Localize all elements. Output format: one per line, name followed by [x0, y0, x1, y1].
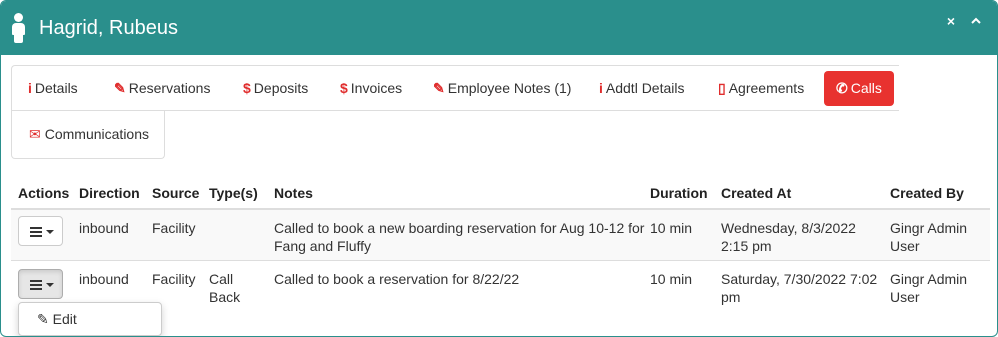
tab-label: Reservations — [128, 80, 211, 96]
tab-calls[interactable]: ✆ Calls — [824, 71, 894, 106]
menu-item-edit[interactable]: ✎ Edit — [37, 311, 77, 328]
tab-deposits[interactable]: $ Deposits — [243, 71, 308, 106]
caret-down-icon — [46, 230, 54, 234]
window-header: Hagrid, Rubeus × — [1, 1, 997, 55]
pencil-icon: ✎ — [37, 311, 49, 327]
tab-bar: i Details ✎ Reservations $ Deposits $ Invoic… — [11, 65, 899, 111]
cell-created-at: Saturday, 7/30/2022 7:02 pm — [721, 270, 877, 306]
created-at-line: Wednesday, 8/3/2022 — [721, 220, 856, 236]
created-at-line: Saturday, 7/30/2022 7:02 — [721, 271, 878, 287]
row-actions-button[interactable] — [18, 216, 63, 246]
tab-label: Calls — [850, 80, 882, 96]
edit-icon: ✎ — [114, 80, 126, 96]
collapse-icon[interactable] — [968, 13, 984, 29]
info-icon: i — [28, 80, 32, 96]
tab-label: Details — [34, 80, 78, 96]
cell-source: Facility — [152, 271, 196, 287]
dollar-icon: $ — [243, 80, 251, 96]
row-actions-button[interactable] — [18, 269, 63, 299]
created-at-line: pm — [721, 289, 741, 305]
created-by-line: Gingr Admin — [890, 271, 968, 287]
header-notes: Notes — [274, 185, 313, 201]
close-icon[interactable]: × — [943, 13, 959, 29]
tab-invoices[interactable]: $ Invoices — [340, 71, 402, 106]
tab-reservations[interactable]: ✎ Reservations — [114, 71, 210, 106]
tab-details[interactable]: i Details — [28, 71, 78, 106]
client-window: Hagrid, Rubeus × i Details ✎ Reservations … — [0, 0, 998, 337]
pencil-icon: ✎ — [433, 80, 445, 96]
menu-icon — [30, 280, 42, 290]
header-created-by: Created By — [890, 185, 964, 201]
header-types: Type(s) — [209, 185, 258, 201]
created-by-line: User — [890, 289, 920, 305]
cell-created-by: Gingr Admin User — [890, 219, 967, 255]
header-duration: Duration — [650, 185, 708, 201]
cell-source: Facility — [152, 220, 196, 236]
phone-icon: ✆ — [836, 80, 848, 96]
tab-employee-notes[interactable]: ✎ Employee Notes (1) — [433, 71, 571, 106]
person-icon — [11, 13, 27, 43]
created-by-line: Gingr Admin — [890, 220, 968, 236]
tab-communications[interactable]: ✉ Communications — [11, 111, 165, 159]
cell-duration: 10 min — [650, 220, 693, 236]
tab-agreements[interactable]: ▯ Agreements — [718, 71, 804, 106]
created-by-line: User — [890, 238, 920, 254]
types-line: Call — [209, 271, 234, 287]
tab-label: Deposits — [253, 80, 309, 96]
menu-item-label: Edit — [52, 311, 77, 327]
tab-label: Invoices — [350, 80, 403, 96]
info-icon: i — [599, 80, 603, 96]
tab-label: Addtl Details — [605, 80, 685, 96]
header-source: Source — [152, 185, 200, 201]
header-created-at: Created At — [721, 185, 792, 201]
window-title: Hagrid, Rubeus — [39, 17, 178, 39]
cell-created-by: Gingr Admin User — [890, 270, 967, 306]
cell-types: Call Back — [209, 270, 240, 306]
notes-line: Called to book a new boarding reservatio… — [274, 220, 645, 236]
cell-direction: inbound — [79, 271, 129, 287]
types-line: Back — [209, 289, 241, 305]
cell-created-at: Wednesday, 8/3/2022 2:15 pm — [721, 219, 856, 255]
clipboard-icon: ▯ — [718, 80, 726, 96]
cell-notes: Called to book a new boarding reservatio… — [274, 219, 644, 255]
cell-duration: 10 min — [650, 271, 693, 287]
caret-down-icon — [46, 283, 54, 287]
tab-label: Agreements — [728, 80, 805, 96]
created-at-line: 2:15 pm — [721, 238, 772, 254]
tab-label: Communications — [44, 126, 149, 142]
comments-icon: ✉ — [29, 126, 41, 142]
header-direction: Direction — [79, 185, 140, 201]
actions-dropdown-menu: ✎ Edit — [18, 302, 162, 336]
header-actions: Actions — [18, 185, 70, 201]
tab-label: Employee Notes (1) — [447, 80, 572, 96]
menu-icon — [30, 227, 42, 237]
notes-line: Fang and Fluffy — [274, 238, 372, 254]
cell-direction: inbound — [79, 220, 129, 236]
cell-notes: Called to book a reservation for 8/22/22 — [274, 271, 520, 287]
dollar-icon: $ — [340, 80, 348, 96]
tab-addtl-details[interactable]: i Addtl Details — [599, 71, 684, 106]
